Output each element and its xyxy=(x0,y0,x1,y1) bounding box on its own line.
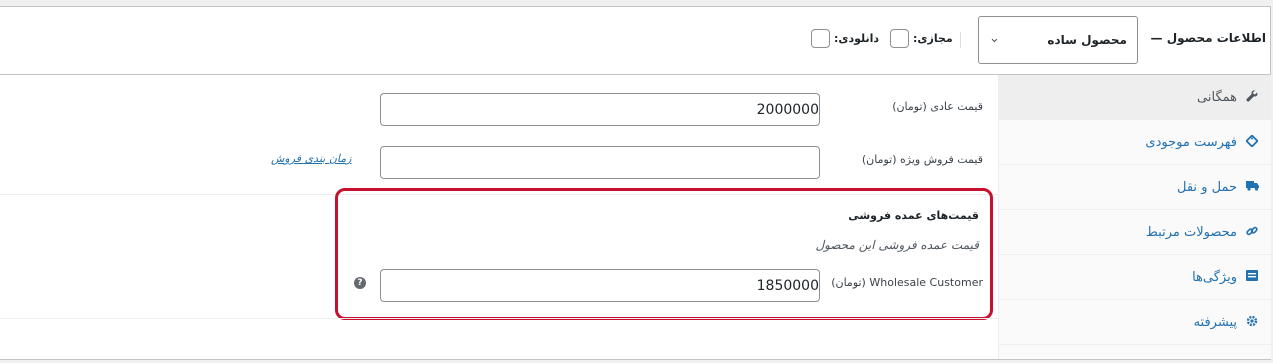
tag-icon xyxy=(1245,133,1259,150)
product-data-header: اطلاعات محصول — محصول ساده ⌄ مجازی: دانل… xyxy=(0,7,1270,75)
product-data-tabs: همگانی فهرست موجودی حمل و نقل محصولات مر… xyxy=(998,75,1271,359)
chevron-down-icon: ⌄ xyxy=(989,31,1000,46)
virtual-label: مجازی: xyxy=(913,32,953,45)
header-divider xyxy=(960,32,961,48)
sale-price-label: قیمت فروش ویژه (تومان) xyxy=(861,153,983,166)
wholesale-customer-label: Wholesale Customer (تومان) xyxy=(831,276,983,289)
downloadable-option: دانلودی: xyxy=(811,29,879,48)
list-icon xyxy=(1245,270,1259,284)
truck-icon xyxy=(1245,180,1259,194)
schedule-sale-link[interactable]: زمان بندی فروش xyxy=(271,152,351,165)
tab-general[interactable]: همگانی xyxy=(999,75,1271,120)
tab-attributes-label: ویژگی‌ها xyxy=(1192,269,1237,285)
product-type-value: محصول ساده xyxy=(1047,33,1127,47)
virtual-checkbox[interactable] xyxy=(890,29,909,48)
wholesale-description: قیمت عمده فروشی این محصول xyxy=(815,238,979,252)
tab-linked-products-label: محصولات مرتبط xyxy=(1145,224,1237,240)
tab-advanced[interactable]: پیشرفته xyxy=(999,300,1271,345)
tab-shipping-label: حمل و نقل xyxy=(1177,179,1237,195)
tab-shipping[interactable]: حمل و نقل xyxy=(999,165,1271,210)
wholesale-title: قیمت‌های عمده فروشی xyxy=(848,209,979,222)
bottom-divider xyxy=(0,318,998,319)
tab-advanced-label: پیشرفته xyxy=(1193,314,1237,330)
downloadable-checkbox[interactable] xyxy=(811,29,830,48)
wrench-icon xyxy=(1245,89,1259,105)
sale-price-input[interactable] xyxy=(380,146,820,179)
link-icon xyxy=(1245,225,1259,240)
tab-linked-products[interactable]: محصولات مرتبط xyxy=(999,210,1271,255)
virtual-option: مجازی: xyxy=(890,29,953,48)
regular-price-label: قیمت عادی (تومان) xyxy=(892,100,983,113)
product-data-panel: اطلاعات محصول — محصول ساده ⌄ مجازی: دانل… xyxy=(0,6,1271,360)
wholesale-customer-input[interactable]: 1850000 xyxy=(380,269,820,302)
tab-inventory-label: فهرست موجودی xyxy=(1145,134,1237,150)
gear-icon xyxy=(1245,315,1259,330)
help-icon[interactable]: ? xyxy=(354,277,366,289)
tab-general-label: همگانی xyxy=(1197,89,1237,105)
product-type-select[interactable]: محصول ساده ⌄ xyxy=(978,16,1138,64)
product-data-title: اطلاعات محصول — xyxy=(1150,31,1266,45)
tab-inventory[interactable]: فهرست موجودی xyxy=(999,120,1271,165)
downloadable-label: دانلودی: xyxy=(834,32,880,45)
tab-attributes[interactable]: ویژگی‌ها xyxy=(999,255,1271,300)
regular-price-input[interactable]: 2000000 xyxy=(380,93,820,126)
